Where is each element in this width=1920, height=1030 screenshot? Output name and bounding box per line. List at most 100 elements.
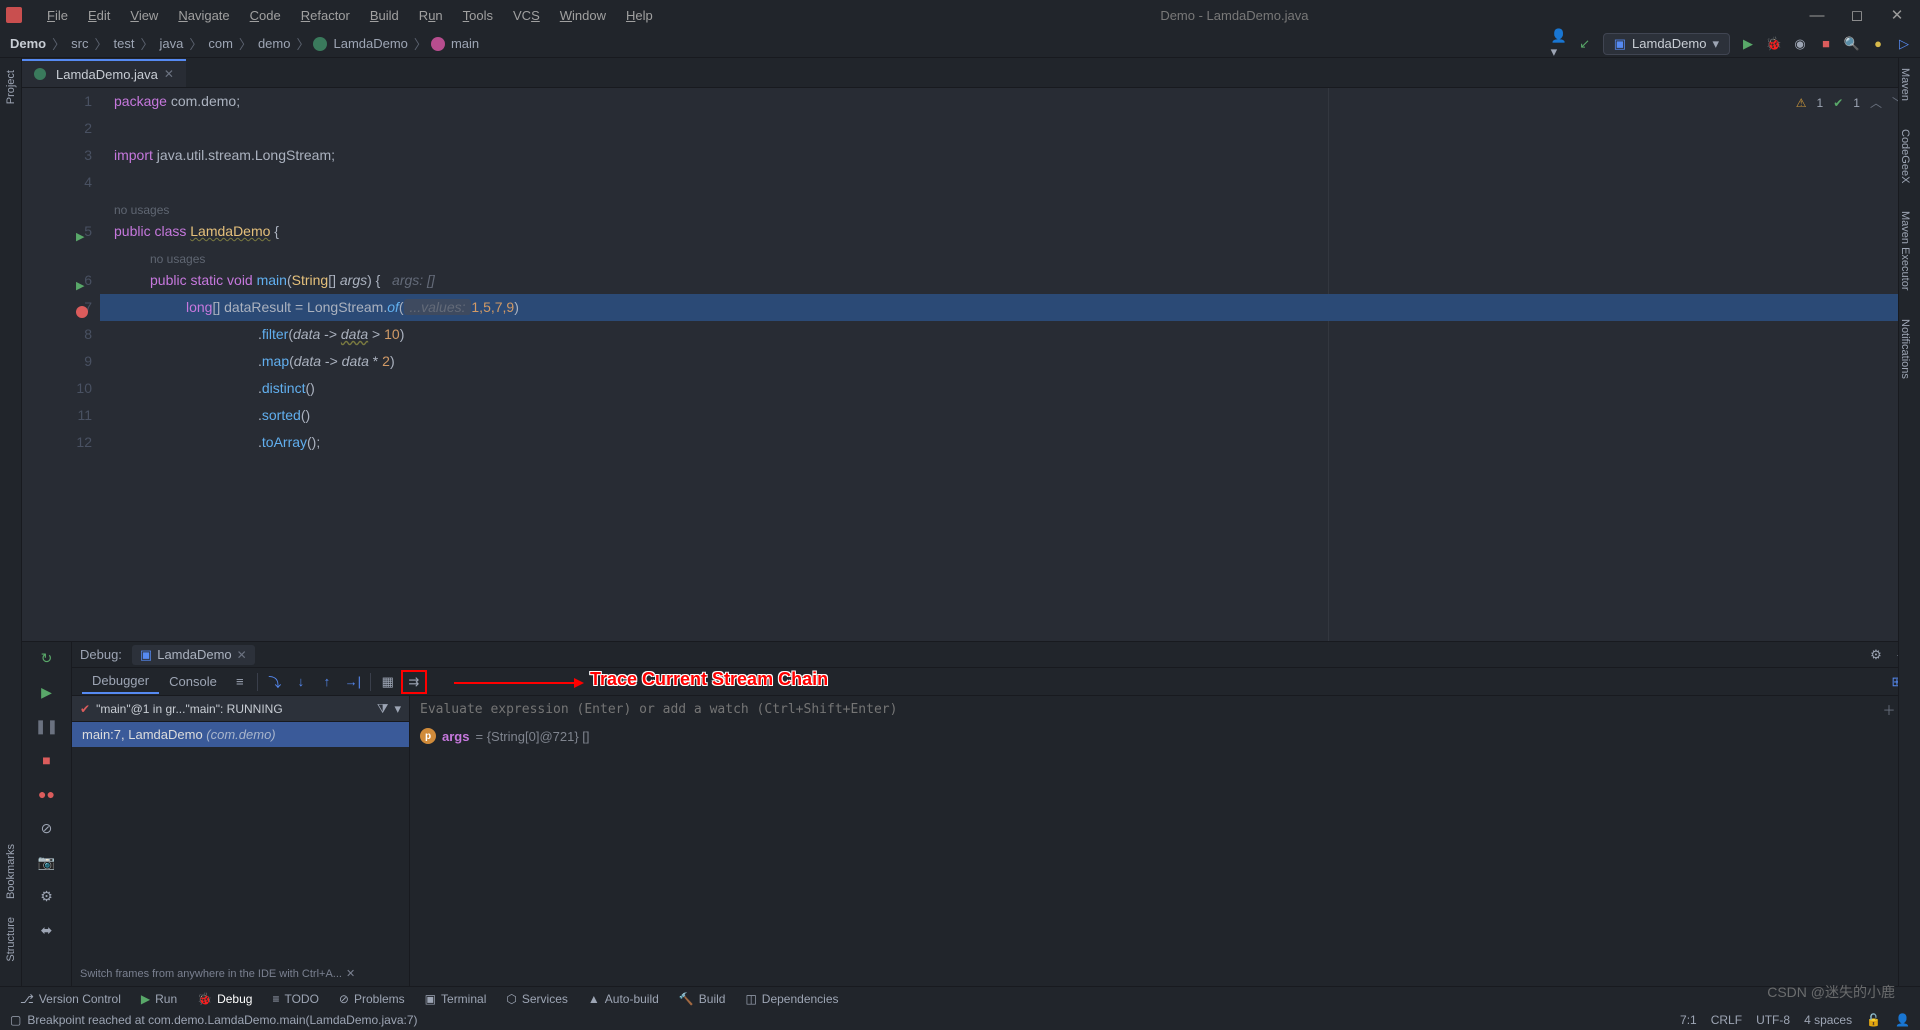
caret-position[interactable]: 7:1 (1680, 1013, 1697, 1027)
run-tab[interactable]: ▶Run (131, 992, 187, 1006)
usages-hint[interactable]: no usages (150, 252, 205, 266)
crumb-method[interactable]: main (449, 36, 481, 51)
crumb-demo[interactable]: demo (256, 36, 293, 51)
gear-icon[interactable]: ⚙ (1868, 647, 1884, 663)
debug-button[interactable]: 🐞 (1766, 36, 1782, 52)
run-config-selector[interactable]: ▣LamdaDemo▾ (1603, 33, 1730, 55)
line-separator[interactable]: CRLF (1711, 1013, 1742, 1027)
menu-bar: File Edit View Navigate Code Refactor Bu… (37, 4, 663, 27)
dropdown-icon[interactable]: ▾ (394, 701, 401, 717)
usages-hint[interactable]: no usages (114, 203, 169, 217)
readonly-icon[interactable]: 🔓 (1866, 1013, 1881, 1027)
crumb-test[interactable]: test (112, 36, 137, 51)
rerun-icon[interactable]: ↻ (37, 648, 57, 668)
menu-file[interactable]: File (37, 4, 78, 27)
menu-tools[interactable]: Tools (453, 4, 503, 27)
crumb-com[interactable]: com (206, 36, 235, 51)
step-over-icon[interactable]: ⤵ (262, 670, 288, 694)
codegeex-tool[interactable]: CodeGeeX (1899, 125, 1911, 187)
step-into-icon[interactable]: ↓ (288, 670, 314, 694)
maven-tool[interactable]: Maven (1899, 64, 1911, 105)
pin-icon[interactable]: ⬌ (37, 920, 57, 940)
user-icon[interactable]: 👤▾ (1551, 36, 1567, 52)
close-button[interactable]: ✕ (1886, 4, 1908, 26)
ai-icon[interactable]: ▷ (1896, 36, 1912, 52)
app-icon (6, 7, 22, 23)
crumb-java[interactable]: java (157, 36, 185, 51)
avatar-icon[interactable]: ● (1870, 36, 1886, 52)
evaluate-input[interactable] (420, 702, 1874, 717)
status-message: Breakpoint reached at com.demo.LamdaDemo… (27, 1013, 417, 1027)
evaluate-icon[interactable]: ▦ (375, 670, 401, 694)
close-hint-icon[interactable]: ✕ (346, 967, 355, 980)
problems-tab[interactable]: ⊘Problems (329, 992, 415, 1006)
maximize-button[interactable]: ◻ (1846, 4, 1868, 26)
dependencies-tab[interactable]: ◫Dependencies (735, 992, 848, 1006)
variable-row[interactable]: p args = {String[0]@721} [] (410, 722, 1920, 750)
stop-icon[interactable]: ■ (37, 750, 57, 770)
crumb-project[interactable]: Demo (8, 36, 48, 51)
thread-selector[interactable]: ✔ "main"@1 in gr..."main": RUNNING ⧩ ▾ (72, 696, 409, 722)
maven-exec-tool[interactable]: Maven Executor (1899, 207, 1911, 294)
debugger-tab[interactable]: Debugger (82, 669, 159, 694)
bookmarks-tool[interactable]: Bookmarks (5, 840, 17, 903)
menu-build[interactable]: Build (360, 4, 409, 27)
gutter[interactable]: 1 2 3 4 5▶ 6▶ 7 8 9 10 11 12 (22, 88, 100, 641)
step-out-icon[interactable]: ↑ (314, 670, 340, 694)
mute-breakpoints-icon[interactable]: ⊘ (37, 818, 57, 838)
menu-edit[interactable]: Edit (78, 4, 120, 27)
notifications-tool[interactable]: Notifications (1899, 315, 1911, 383)
menu-run[interactable]: Run (409, 4, 453, 27)
pause-icon[interactable]: ❚❚ (37, 716, 57, 736)
terminal-tab[interactable]: ▣Terminal (415, 992, 497, 1006)
resume-icon[interactable]: ▶ (37, 682, 57, 702)
run-to-cursor-icon[interactable]: →| (340, 670, 366, 694)
settings-icon[interactable]: ⚙ (37, 886, 57, 906)
minimize-button[interactable]: — (1806, 4, 1828, 26)
close-tab-icon[interactable]: ✕ (164, 67, 174, 81)
stack-frame[interactable]: main:7, LamdaDemo (com.demo) (72, 722, 409, 747)
add-watch-icon[interactable]: ＋ (1882, 700, 1895, 719)
close-icon[interactable]: ✕ (237, 648, 247, 662)
camera-icon[interactable]: 📷 (37, 852, 57, 872)
todo-tab[interactable]: ≡TODO (262, 992, 328, 1006)
menu-help[interactable]: Help (616, 4, 663, 27)
console-tab[interactable]: Console (159, 670, 227, 693)
frames-panel: ✔ "main"@1 in gr..."main": RUNNING ⧩ ▾ m… (72, 696, 410, 986)
hammer-icon: ▲ (588, 992, 600, 1006)
services-tab[interactable]: ⬡Services (496, 992, 578, 1006)
project-tool[interactable]: Project (5, 66, 17, 108)
file-tab[interactable]: LamdaDemo.java ✕ (22, 59, 186, 87)
menu-vcs[interactable]: VCS (503, 4, 550, 27)
build-icon[interactable]: ↙ (1577, 36, 1593, 52)
build-tab[interactable]: 🔨Build (669, 992, 736, 1006)
crumb-class[interactable]: LamdaDemo (331, 36, 409, 51)
profile-icon[interactable]: 👤 (1895, 1013, 1910, 1027)
chevron-up-icon[interactable]: ︿ (1870, 94, 1882, 111)
hammer-icon: 🔨 (679, 992, 694, 1006)
menu-view[interactable]: View (120, 4, 168, 27)
layout-icon[interactable]: ≡ (227, 670, 253, 694)
warning-icon: ⚠ (1796, 96, 1807, 110)
coverage-button[interactable]: ◉ (1792, 36, 1808, 52)
version-control-tab[interactable]: ⎇Version Control (10, 992, 131, 1006)
search-icon[interactable]: 🔍 (1844, 36, 1860, 52)
debug-config-tab[interactable]: ▣LamdaDemo ✕ (132, 645, 255, 665)
inspection-widget[interactable]: ⚠1 ✔1 ︿ ﹀ (1796, 94, 1904, 111)
encoding[interactable]: UTF-8 (1756, 1013, 1790, 1027)
filter-icon[interactable]: ⧩ (377, 701, 389, 717)
indent[interactable]: 4 spaces (1804, 1013, 1852, 1027)
view-breakpoints-icon[interactable]: ●● (37, 784, 57, 804)
structure-tool[interactable]: Structure (5, 913, 17, 966)
menu-code[interactable]: Code (240, 4, 291, 27)
run-button[interactable]: ▶ (1740, 36, 1756, 52)
autobuild-tab[interactable]: ▲Auto-build (578, 992, 669, 1006)
menu-refactor[interactable]: Refactor (291, 4, 360, 27)
menu-navigate[interactable]: Navigate (168, 4, 239, 27)
menu-window[interactable]: Window (550, 4, 616, 27)
debug-tab[interactable]: 🐞Debug (187, 992, 262, 1006)
code-editor[interactable]: 1 2 3 4 5▶ 6▶ 7 8 9 10 11 12 package com… (22, 88, 1920, 641)
stop-button[interactable]: ■ (1818, 36, 1834, 52)
crumb-src[interactable]: src (69, 36, 90, 51)
trace-stream-chain-icon[interactable]: ⇉ (401, 670, 427, 694)
